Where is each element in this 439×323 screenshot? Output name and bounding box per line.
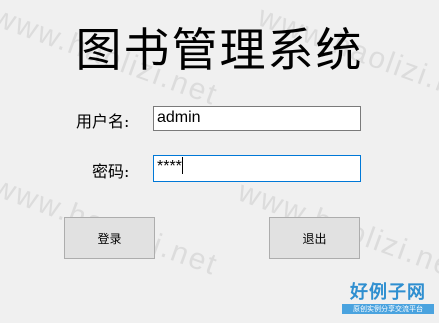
text-caret xyxy=(181,157,183,174)
login-button[interactable]: 登录 xyxy=(64,217,155,259)
username-label: 用户名: xyxy=(76,112,130,131)
username-field[interactable]: admin xyxy=(153,106,361,131)
username-value: admin xyxy=(157,109,201,126)
password-value: **** xyxy=(157,158,182,175)
brand-logo: 好例子网 原创实例分享交流平台 xyxy=(342,283,434,314)
brand-logo-tagline: 原创实例分享交流平台 xyxy=(342,304,434,314)
page-title: 图书管理系统 xyxy=(75,23,364,77)
exit-button[interactable]: 退出 xyxy=(269,217,360,259)
exit-button-label: 退出 xyxy=(302,231,327,246)
password-label: 密码: xyxy=(92,162,130,181)
login-button-label: 登录 xyxy=(97,231,122,246)
password-field[interactable]: **** xyxy=(153,155,361,182)
brand-logo-text: 好例子网 xyxy=(350,282,426,303)
